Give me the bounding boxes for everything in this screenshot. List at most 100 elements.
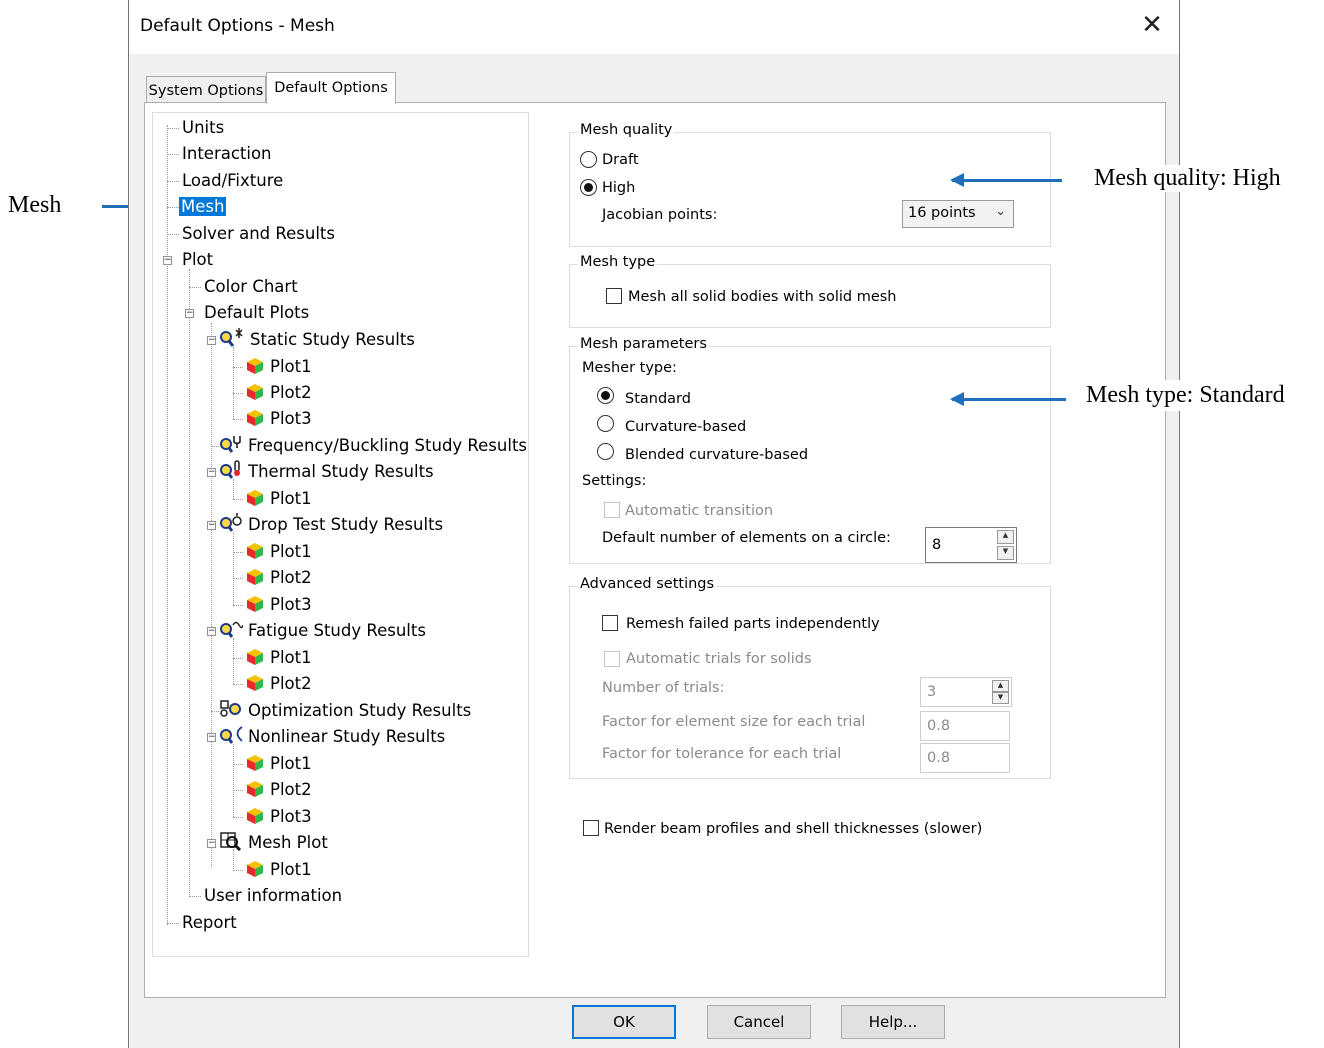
mesher-type-label: Mesher type:	[582, 360, 677, 376]
tree-line	[233, 393, 243, 394]
tree-item-load-fixture[interactable]: Load/Fixture	[181, 169, 284, 193]
remesh-failed-parts-checkbox[interactable]	[602, 615, 618, 631]
plot-icon	[247, 569, 263, 585]
collapse-thermal-icon[interactable]: −	[207, 468, 216, 477]
spin-up-icon[interactable]: ▲	[997, 530, 1014, 545]
tree-item-plot1[interactable]: Plot1	[245, 646, 313, 670]
jacobian-points-select[interactable]: 16 points ⌄	[902, 200, 1014, 228]
tree-item-drop-test-study-results[interactable]: Drop Test Study Results	[219, 513, 444, 537]
tree-item-plot2[interactable]: Plot2	[245, 778, 313, 802]
frequency-study-icon	[220, 436, 241, 453]
tree-line	[233, 764, 243, 765]
default-options-dialog: Default Options - Mesh ✕ System Options …	[128, 0, 1180, 1048]
tree-line	[233, 638, 234, 684]
plot-icon	[247, 781, 263, 797]
render-beam-checkbox[interactable]	[583, 820, 599, 836]
tree-item-optimization-study-results[interactable]: Optimization Study Results	[219, 699, 472, 723]
factor-element-size-field[interactable]: 0.8	[920, 711, 1010, 741]
collapse-mesh-plot-icon[interactable]: −	[207, 839, 216, 848]
tree-item-static-study-results[interactable]: Static Study Results	[219, 328, 416, 352]
tree-item-plot1[interactable]: Plot1	[245, 752, 313, 776]
tree-item-interaction[interactable]: Interaction	[181, 142, 273, 166]
collapse-plot-icon[interactable]: −	[163, 256, 172, 265]
tree-line	[211, 446, 219, 447]
blended-curvature-based-radio[interactable]	[597, 443, 614, 460]
spin-up-icon[interactable]: ▲	[992, 680, 1009, 692]
tree-line	[233, 347, 234, 419]
ok-button[interactable]: OK	[572, 1005, 676, 1039]
tree-item-color-chart[interactable]: Color Chart	[203, 275, 299, 299]
tree-item-plot2[interactable]: Plot2	[245, 672, 313, 696]
annotation-arrow-mesh-quality	[950, 173, 1062, 187]
standard-label: Standard	[625, 391, 691, 407]
tree-item-thermal-study-results[interactable]: Thermal Study Results	[219, 460, 435, 484]
mesh-parameters-group: Mesh parameters Mesher type: Standard Cu…	[569, 336, 1051, 564]
tree-line	[233, 684, 243, 685]
high-radio[interactable]	[580, 179, 597, 196]
tree-line	[189, 287, 201, 288]
standard-radio[interactable]	[597, 387, 614, 404]
collapse-static-icon[interactable]: −	[207, 336, 216, 345]
tree-item-plot[interactable]: Plot	[181, 248, 214, 272]
tree-item-user-information[interactable]: User information	[203, 884, 343, 908]
tree-line	[233, 367, 243, 368]
advanced-settings-title: Advanced settings	[578, 576, 717, 592]
collapse-fatigue-icon[interactable]: −	[207, 627, 216, 636]
tree-line	[211, 711, 219, 712]
tree-line	[167, 128, 179, 129]
curvature-based-radio[interactable]	[597, 415, 614, 432]
tab-default-options[interactable]: Default Options	[266, 72, 396, 104]
elements-on-circle-spinner[interactable]: 8 ▲ ▼	[925, 527, 1017, 563]
plot-icon	[247, 410, 263, 426]
tree-item-plot2[interactable]: Plot2	[245, 381, 313, 405]
help-button[interactable]: Help...	[841, 1005, 945, 1039]
tree-item-solver-and-results[interactable]: Solver and Results	[181, 222, 336, 246]
collapse-drop-test-icon[interactable]: −	[207, 521, 216, 530]
tree-line	[233, 605, 243, 606]
mesh-quality-title: Mesh quality	[578, 122, 675, 138]
tree-item-plot1[interactable]: Plot1	[245, 355, 313, 379]
automatic-trials-checkbox[interactable]	[604, 651, 620, 667]
tree-item-default-plots[interactable]: Default Plots	[203, 301, 310, 325]
number-of-trials-spinner[interactable]: 3 ▲ ▼	[920, 677, 1012, 707]
tree-line	[233, 790, 243, 791]
tree-item-mesh-plot[interactable]: Mesh Plot	[219, 831, 329, 855]
tree-item-plot3[interactable]: Plot3	[245, 407, 313, 431]
factor-tolerance-label: Factor for tolerance for each trial	[602, 746, 842, 762]
tree-item-units[interactable]: Units	[181, 116, 225, 140]
fatigue-study-icon	[220, 621, 243, 638]
plot-icon	[247, 755, 263, 771]
collapse-nonlinear-icon[interactable]: −	[207, 733, 216, 742]
tree-item-fatigue-study-results[interactable]: Fatigue Study Results	[219, 619, 427, 643]
tree-item-plot1[interactable]: Plot1	[245, 540, 313, 564]
title-bar: Default Options - Mesh ✕	[129, 0, 1179, 54]
close-button[interactable]: ✕	[1139, 12, 1165, 38]
tree-item-plot3[interactable]: Plot3	[245, 593, 313, 617]
automatic-transition-checkbox[interactable]	[604, 502, 620, 518]
annotation-mesh-quality: Mesh quality: High	[1088, 165, 1287, 192]
tree-item-report[interactable]: Report	[181, 911, 238, 935]
high-label: High	[602, 180, 636, 196]
options-tree[interactable]: Units Interaction Load/Fixture Mesh Solv…	[152, 112, 529, 957]
automatic-transition-label: Automatic transition	[625, 503, 774, 519]
cancel-button[interactable]: Cancel	[707, 1005, 811, 1039]
factor-element-size-value: 0.8	[927, 718, 951, 734]
tree-line	[233, 578, 243, 579]
tree-item-plot1[interactable]: Plot1	[245, 858, 313, 882]
optimization-study-icon	[220, 700, 241, 717]
curvature-based-label: Curvature-based	[625, 419, 747, 435]
tree-item-plot1[interactable]: Plot1	[245, 487, 313, 511]
spin-down-icon[interactable]: ▼	[992, 692, 1009, 704]
tree-item-plot2[interactable]: Plot2	[245, 566, 313, 590]
tree-item-nonlinear-study-results[interactable]: Nonlinear Study Results	[219, 725, 446, 749]
spin-down-icon[interactable]: ▼	[997, 545, 1014, 560]
collapse-default-plots-icon[interactable]: −	[185, 309, 194, 318]
tab-system-options[interactable]: System Options	[146, 76, 266, 104]
draft-radio[interactable]	[580, 151, 597, 168]
factor-tolerance-field[interactable]: 0.8	[920, 743, 1010, 773]
tree-item-mesh[interactable]: Mesh	[179, 195, 227, 219]
tree-item-frequency-buckling-study-results[interactable]: Frequency/Buckling Study Results	[219, 434, 528, 458]
tree-line	[233, 744, 234, 817]
tree-item-plot3[interactable]: Plot3	[245, 805, 313, 829]
solid-mesh-checkbox[interactable]	[606, 288, 622, 304]
